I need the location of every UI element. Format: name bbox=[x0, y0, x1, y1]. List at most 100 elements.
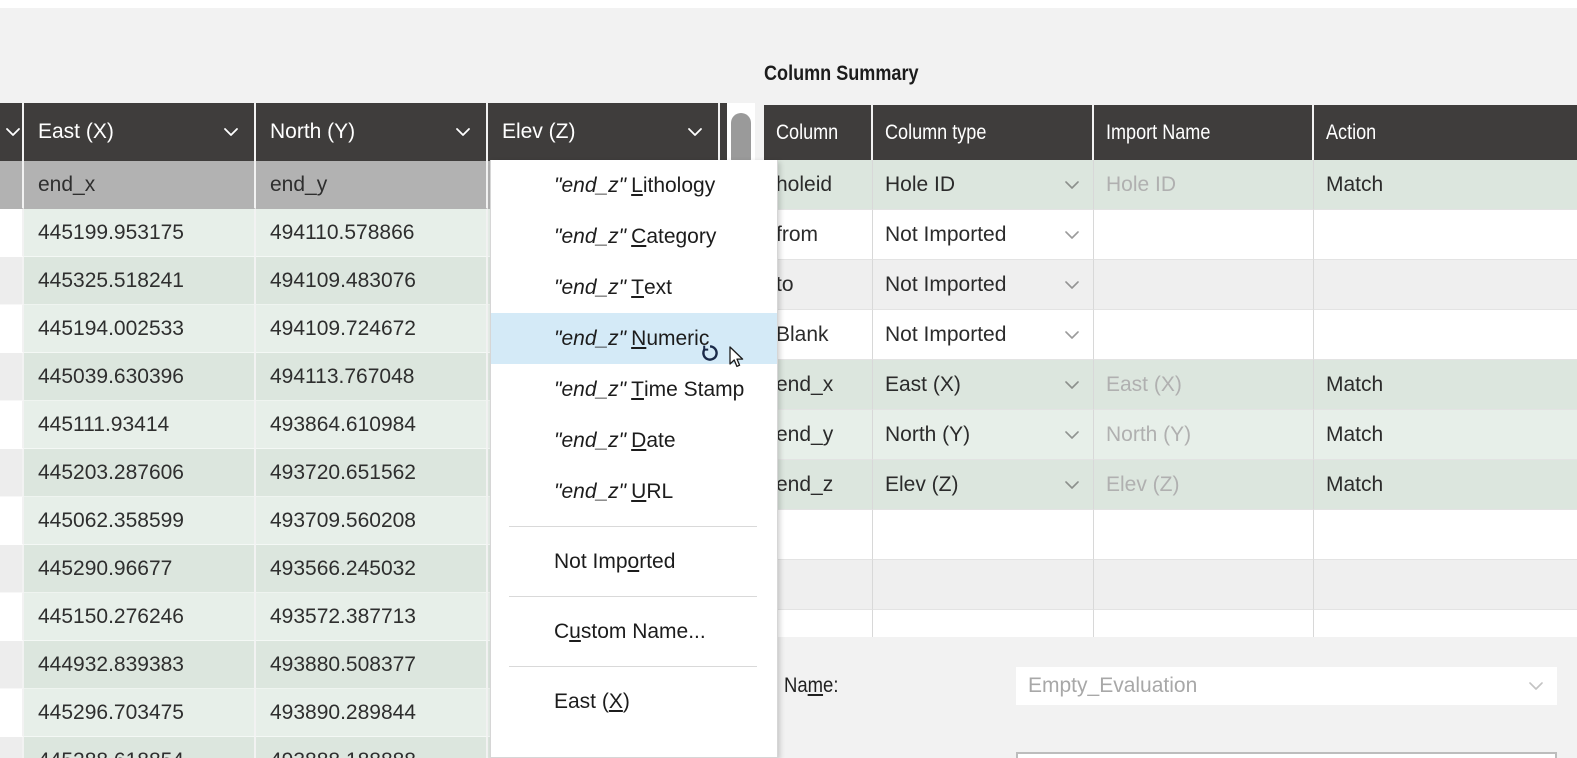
menu-item-quoted-column: "end_z" bbox=[554, 377, 627, 401]
grid-row-gutter bbox=[0, 401, 24, 449]
chevron-down-icon[interactable] bbox=[222, 123, 240, 141]
table-row[interactable] bbox=[764, 510, 1577, 560]
column-type-dropdown-menu[interactable]: "end_z" Lithology "end_z" Category "end_z" Te… bbox=[490, 160, 778, 758]
menu-item-label-rest: ate bbox=[646, 428, 676, 452]
table-row[interactable]: from Not Imported bbox=[764, 210, 1577, 260]
column-summary-table: Column Column type Import Name Action ho… bbox=[764, 105, 1577, 660]
column-type-value: Not Imported bbox=[885, 322, 1007, 346]
table-row[interactable]: end_y North (Y) North (Y) Match bbox=[764, 410, 1577, 460]
summary-cell-column: end_y bbox=[764, 410, 873, 460]
chevron-down-icon[interactable] bbox=[1527, 677, 1545, 695]
action-cell[interactable]: Match bbox=[1314, 160, 1577, 210]
import-name-field[interactable]: North (Y) bbox=[1094, 410, 1314, 460]
action-cell[interactable] bbox=[1314, 560, 1577, 610]
import-name-field[interactable] bbox=[1094, 510, 1314, 560]
column-type-select[interactable]: Not Imported bbox=[873, 260, 1094, 310]
summary-cell-column: end_z bbox=[764, 460, 873, 510]
chevron-down-icon[interactable] bbox=[1063, 326, 1081, 344]
grid-row-gutter bbox=[0, 545, 24, 593]
grid-data-cell: 445199.953175 bbox=[24, 209, 256, 257]
table-row[interactable]: Blank Not Imported bbox=[764, 310, 1577, 360]
import-name-field[interactable] bbox=[1094, 310, 1314, 360]
menu-item-accelerator: T bbox=[631, 377, 644, 401]
grid-header-north-y[interactable]: North (Y) bbox=[256, 103, 488, 161]
grid-data-cell: 493709.560208 bbox=[256, 497, 488, 545]
menu-item-label-rest: ategory bbox=[646, 224, 717, 248]
action-cell[interactable] bbox=[1314, 510, 1577, 560]
grid-header-east-x[interactable]: East (X) bbox=[24, 103, 256, 161]
chevron-down-icon[interactable] bbox=[1063, 276, 1081, 294]
menu-item[interactable]: "end_z" Numeric bbox=[491, 313, 777, 364]
menu-item-label-rest: RL bbox=[646, 479, 674, 503]
action-cell[interactable]: Match bbox=[1314, 410, 1577, 460]
action-cell[interactable]: Match bbox=[1314, 360, 1577, 410]
name-label-accelerator: m bbox=[807, 674, 824, 697]
table-row[interactable]: holeid Hole ID Hole ID Match bbox=[764, 160, 1577, 210]
import-name-field[interactable]: East (X) bbox=[1094, 360, 1314, 410]
column-type-select[interactable]: Elev (Z) bbox=[873, 460, 1094, 510]
menu-item[interactable]: "end_z" Time Stamp bbox=[491, 364, 777, 415]
menu-item[interactable]: Cu stom Name... bbox=[491, 606, 777, 657]
column-type-select[interactable]: Not Imported bbox=[873, 310, 1094, 360]
table-row[interactable] bbox=[764, 560, 1577, 610]
column-type-select[interactable] bbox=[873, 560, 1094, 610]
table-row[interactable]: end_z Elev (Z) Elev (Z) Match bbox=[764, 460, 1577, 510]
table-row[interactable]: end_x East (X) East (X) Match bbox=[764, 360, 1577, 410]
menu-item-label-pre: East ( bbox=[554, 689, 609, 713]
import-name-field[interactable] bbox=[1094, 260, 1314, 310]
chevron-down-icon[interactable] bbox=[1063, 476, 1081, 494]
import-name-field[interactable]: Hole ID bbox=[1094, 160, 1314, 210]
menu-item-label-rest: ) bbox=[622, 689, 630, 713]
menu-item-label-rest: rted bbox=[639, 549, 676, 573]
grid-data-cell: 494109.724672 bbox=[256, 305, 488, 353]
column-type-select[interactable]: Not Imported bbox=[873, 210, 1094, 260]
chevron-down-icon[interactable] bbox=[1063, 426, 1081, 444]
import-name-field[interactable]: Elev (Z) bbox=[1094, 460, 1314, 510]
grid-data-cell: 445325.518241 bbox=[24, 257, 256, 305]
evaluation-name-combobox[interactable]: Empty_Evaluation bbox=[1016, 667, 1557, 705]
menu-item[interactable]: Not Imp o rted bbox=[491, 536, 777, 587]
menu-item-label-rest: ithology bbox=[642, 173, 716, 197]
import-name-field[interactable] bbox=[1094, 210, 1314, 260]
grid-data-cell: 493572.387713 bbox=[256, 593, 488, 641]
menu-item[interactable]: "end_z" Category bbox=[491, 211, 777, 262]
menu-item[interactable]: "end_z" Date bbox=[491, 415, 777, 466]
import-name-field[interactable] bbox=[1094, 560, 1314, 610]
data-grid-header-row: East (X) North (Y) Elev (Z) bbox=[0, 103, 755, 161]
column-type-select[interactable] bbox=[873, 510, 1094, 560]
column-type-select[interactable]: North (Y) bbox=[873, 410, 1094, 460]
column-type-select[interactable]: East (X) bbox=[873, 360, 1094, 410]
chevron-down-icon[interactable] bbox=[1063, 376, 1081, 394]
grid-row-gutter bbox=[0, 497, 24, 545]
menu-item-quoted-column: "end_z" bbox=[554, 326, 627, 350]
menu-item[interactable]: East (X) bbox=[491, 676, 777, 727]
summary-header-column-type: Column type bbox=[873, 105, 1094, 160]
action-cell[interactable] bbox=[1314, 210, 1577, 260]
grid-row-gutter bbox=[0, 593, 24, 641]
grid-row-gutter bbox=[0, 689, 24, 737]
action-cell[interactable]: Match bbox=[1314, 460, 1577, 510]
menu-item[interactable]: "end_z" U RL bbox=[491, 466, 777, 517]
grid-row-gutter bbox=[0, 449, 24, 497]
action-cell[interactable] bbox=[1314, 310, 1577, 360]
menu-item[interactable]: "end_z" Lithology bbox=[491, 160, 777, 211]
chevron-down-icon[interactable] bbox=[1063, 176, 1081, 194]
grid-header-elev-z[interactable]: Elev (Z) bbox=[488, 103, 720, 161]
secondary-input-field[interactable] bbox=[1016, 752, 1557, 758]
chevron-down-icon bbox=[4, 123, 22, 141]
grid-data-cell: 445150.276246 bbox=[24, 593, 256, 641]
action-cell[interactable] bbox=[1314, 260, 1577, 310]
summary-header-row: Column Column type Import Name Action bbox=[764, 105, 1577, 160]
menu-item-accelerator: N bbox=[631, 326, 647, 350]
chevron-down-icon[interactable] bbox=[1063, 226, 1081, 244]
summary-cell-column: from bbox=[764, 210, 873, 260]
table-row[interactable]: to Not Imported bbox=[764, 260, 1577, 310]
menu-item[interactable]: "end_z" Text bbox=[491, 262, 777, 313]
column-type-select[interactable]: Hole ID bbox=[873, 160, 1094, 210]
grid-data-cell: 493888.188888 bbox=[256, 737, 488, 758]
summary-cell-column: to bbox=[764, 260, 873, 310]
grid-header-partial[interactable] bbox=[0, 103, 24, 161]
chevron-down-icon[interactable] bbox=[454, 123, 472, 141]
menu-item-accelerator: X bbox=[608, 689, 623, 713]
chevron-down-icon[interactable] bbox=[686, 123, 704, 141]
